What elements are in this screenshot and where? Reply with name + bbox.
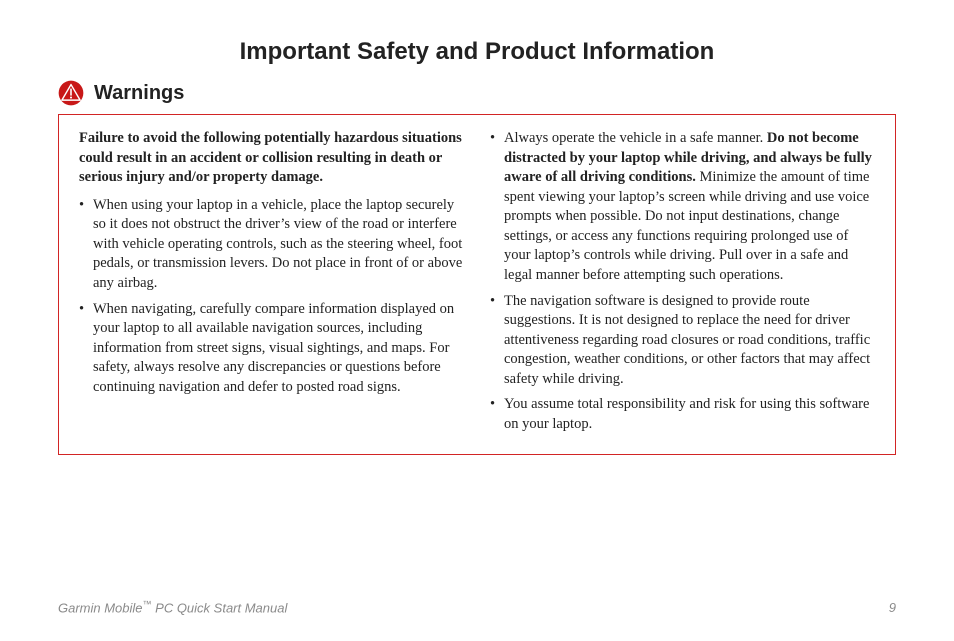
footer-rest: PC Quick Start Manual	[152, 600, 288, 615]
warnings-header: Warnings	[58, 80, 896, 106]
warnings-column-right: Always operate the vehicle in a safe man…	[490, 129, 875, 440]
warning-item: Always operate the vehicle in a safe man…	[490, 129, 875, 286]
warning-text: Always operate the vehicle in a safe man…	[504, 130, 767, 146]
warning-item: You assume total responsibility and risk…	[490, 395, 875, 434]
warning-triangle-icon	[58, 80, 84, 106]
page-number: 9	[889, 600, 896, 615]
warning-item: When using your laptop in a vehicle, pla…	[79, 196, 464, 294]
page-title: Important Safety and Product Information	[58, 38, 896, 66]
trademark-symbol: ™	[143, 599, 152, 609]
warning-item: The navigation software is designed to p…	[490, 292, 875, 390]
warning-text: Minimize the amount of time spent viewin…	[504, 169, 869, 283]
warnings-box: Failure to avoid the following potential…	[58, 114, 896, 455]
footer-brand: Garmin Mobile	[58, 600, 143, 615]
warning-item: When navigating, carefully compare infor…	[79, 300, 464, 398]
warnings-intro: Failure to avoid the following potential…	[79, 129, 464, 188]
warnings-column-left: Failure to avoid the following potential…	[79, 129, 464, 440]
page-footer: Garmin Mobile™ PC Quick Start Manual 9	[58, 599, 896, 615]
footer-title: Garmin Mobile™ PC Quick Start Manual	[58, 599, 287, 615]
warnings-heading: Warnings	[94, 82, 184, 105]
